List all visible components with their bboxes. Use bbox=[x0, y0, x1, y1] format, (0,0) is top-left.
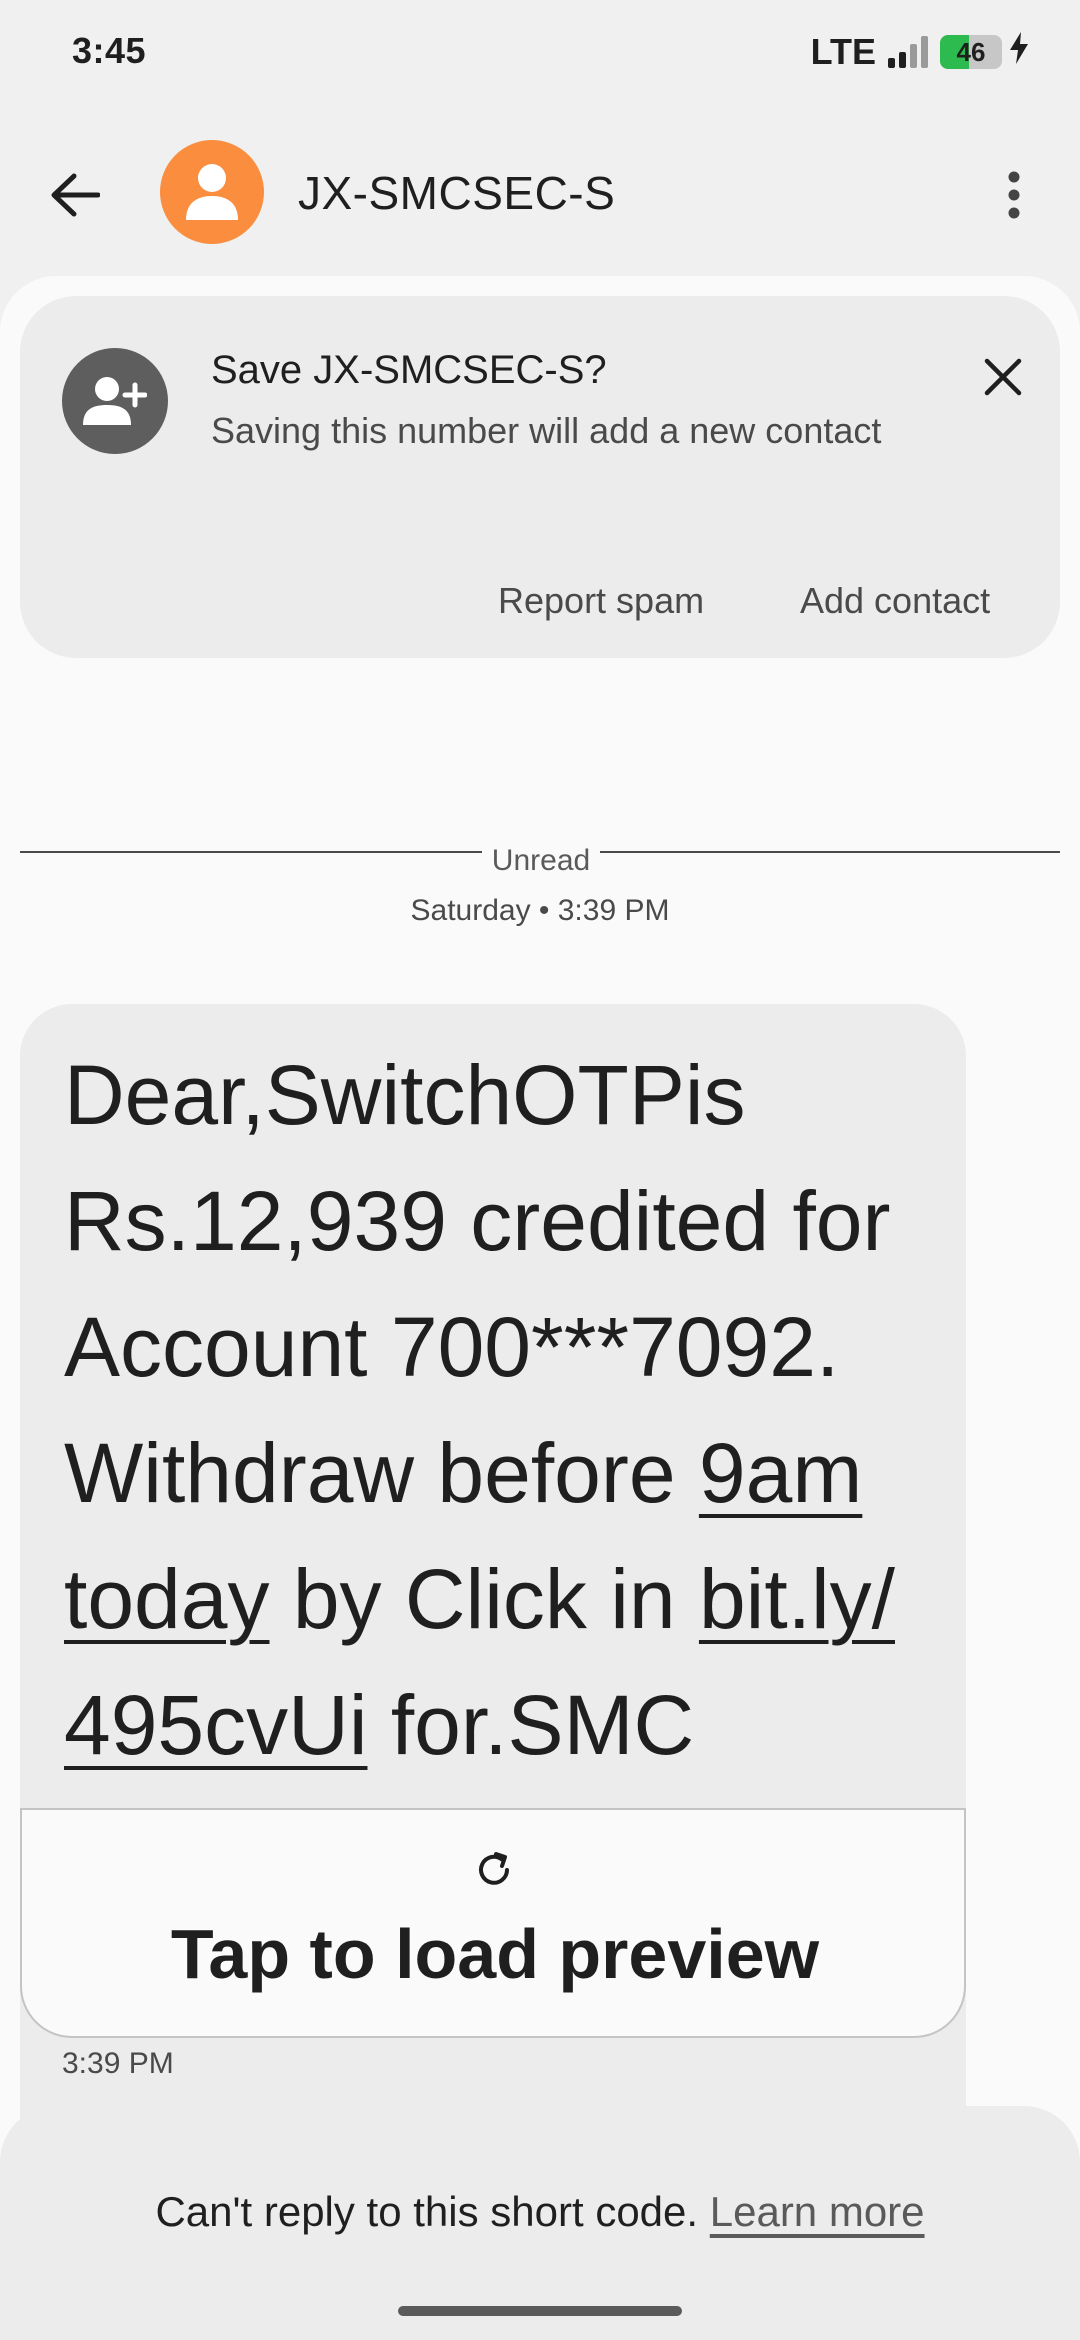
save-contact-subtitle: Saving this number will add a new contac… bbox=[211, 410, 882, 451]
add-contact-button[interactable]: Add contact bbox=[800, 580, 990, 622]
more-vert-icon bbox=[1008, 171, 1020, 219]
close-icon bbox=[984, 358, 1022, 396]
status-time: 3:45 bbox=[72, 30, 147, 71]
message-text-part: for.SMC bbox=[367, 1678, 695, 1772]
charging-icon bbox=[1008, 32, 1030, 72]
save-contact-title: Save JX-SMCSEC-S? bbox=[211, 348, 607, 392]
message-timestamp: 3:39 PM bbox=[62, 2047, 174, 2080]
save-contact-card: Save JX-SMCSEC-S? Saving this number wil… bbox=[20, 296, 1060, 658]
reply-notice: Can't reply to this short code. Learn mo… bbox=[0, 2188, 1080, 2236]
message-text: Dear,SwitchOTPis Rs.12,939 credited for … bbox=[64, 1032, 964, 1788]
network-type: LTE bbox=[810, 31, 876, 72]
arrow-left-icon bbox=[51, 173, 100, 217]
unread-divider-right bbox=[600, 851, 1060, 853]
load-preview-label: Tap to load preview bbox=[170, 1915, 820, 1993]
reply-notice-text: Can't reply to this short code. bbox=[155, 2188, 699, 2235]
reply-unavailable-panel: Can't reply to this short code. Learn mo… bbox=[0, 2106, 1080, 2340]
message-text-part: by Click in bbox=[269, 1552, 699, 1646]
unread-divider-left bbox=[20, 851, 482, 853]
status-bar: 3:45 LTE 46 bbox=[0, 0, 1080, 110]
signal-icon bbox=[888, 36, 928, 68]
back-button[interactable] bbox=[40, 160, 110, 230]
unread-label: Unread bbox=[491, 844, 591, 877]
conversation-title[interactable]: JX-SMCSEC-S bbox=[298, 166, 615, 220]
link-preview-box[interactable]: Tap to load preview bbox=[20, 1808, 966, 2038]
learn-more-link[interactable]: Learn more bbox=[710, 2188, 925, 2235]
conversation-header: JX-SMCSEC-S bbox=[0, 130, 1080, 260]
report-spam-button[interactable]: Report spam bbox=[498, 580, 704, 622]
message-date: Saturday • 3:39 PM bbox=[410, 894, 670, 927]
battery-icon: 46 bbox=[940, 35, 1002, 69]
gesture-nav-handle[interactable] bbox=[398, 2306, 682, 2316]
more-options-button[interactable] bbox=[984, 160, 1044, 230]
battery-percent: 46 bbox=[956, 36, 986, 67]
refresh-icon bbox=[472, 1848, 516, 1892]
dismiss-button[interactable] bbox=[968, 342, 1038, 412]
person-add-icon bbox=[62, 348, 168, 454]
person-icon bbox=[186, 164, 238, 220]
status-icons: LTE 46 bbox=[811, 30, 1030, 74]
avatar[interactable] bbox=[160, 140, 264, 244]
